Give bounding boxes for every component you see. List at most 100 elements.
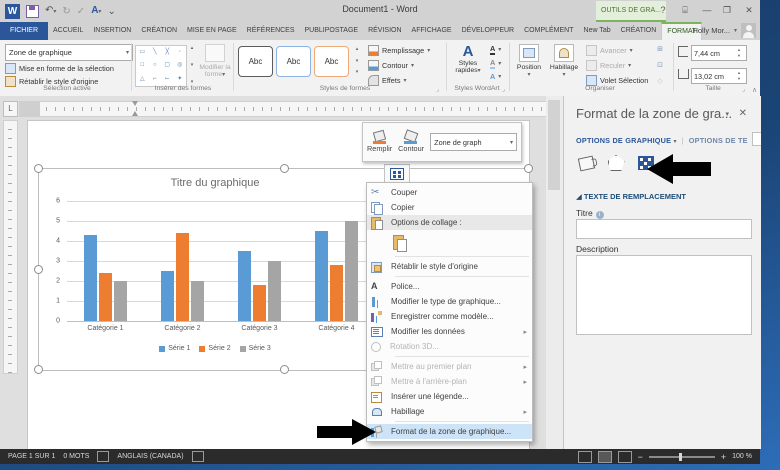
web-layout-icon[interactable]	[617, 450, 632, 463]
modify-shape-button[interactable]: Modifier la forme▾	[199, 44, 231, 78]
shape-fill-button[interactable]: Remplissage ▾	[368, 45, 430, 56]
collapse-ribbon-button[interactable]: ∧	[752, 86, 757, 94]
bar-group[interactable]	[144, 201, 221, 321]
ribbon-display-options-button[interactable]: ⌸	[676, 0, 694, 21]
chart-handle-top-left[interactable]	[34, 164, 43, 173]
word-logo-icon[interactable]: W	[5, 4, 20, 19]
menu-item-format-chart-area[interactable]: Format de la zone de graphique...	[367, 424, 532, 439]
bar-série-3[interactable]	[114, 281, 127, 321]
outline-button[interactable]: Contour	[398, 129, 424, 153]
tab-creation[interactable]: CRÉATION	[136, 22, 182, 40]
chart-plot[interactable]	[67, 201, 375, 321]
bar-série-1[interactable]	[161, 271, 174, 321]
minimize-button[interactable]: —	[698, 0, 716, 21]
menu-item-wrap-text[interactable]: Habillage ▸	[367, 404, 532, 419]
chart-handle-bottom-left[interactable]	[34, 365, 43, 374]
menu-item-cut[interactable]: ✂ Couper	[367, 185, 532, 200]
tab-accueil[interactable]: ACCUEIL	[48, 22, 88, 40]
chart-handle-mid-left[interactable]	[34, 265, 43, 274]
close-button[interactable]: ✕	[740, 0, 758, 21]
tab-new-tab[interactable]: New Tab	[579, 22, 616, 40]
tab-stop-selector[interactable]: L	[3, 101, 18, 117]
shape-style-sample-1[interactable]: Abc	[238, 46, 273, 77]
alt-text-section-header[interactable]: ◢ TEXTE DE REMPLACEMENT	[576, 192, 686, 201]
scrollbar-thumb[interactable]	[548, 100, 560, 190]
zoom-level[interactable]: 100 %	[732, 453, 752, 460]
macro-recording-icon[interactable]	[191, 451, 204, 462]
menu-item-bring-to-front[interactable]: Mettre au premier plan ▸	[367, 359, 532, 374]
bar-série-2[interactable]	[99, 273, 112, 321]
bar-série-3[interactable]	[345, 221, 358, 321]
menu-item-save-as-template[interactable]: Enregistrer comme modèle...	[367, 309, 532, 324]
wrap-text-button[interactable]: Habillage ▾	[547, 44, 581, 78]
tab-developpeur[interactable]: DÉVELOPPEUR	[457, 22, 520, 40]
shape-width-input[interactable]: 13,02 cm ▴ ▾	[691, 68, 747, 84]
tab-text-options[interactable]: OPTIONS DE TE	[689, 136, 748, 145]
bar-group[interactable]	[67, 201, 144, 321]
text-fill-button[interactable]: A ▾	[490, 44, 501, 55]
tab-affichage[interactable]: AFFICHAGE	[407, 22, 457, 40]
alt-description-textarea[interactable]	[576, 255, 752, 335]
tab-mise-en-page[interactable]: MISE EN PAGE	[182, 22, 242, 40]
print-layout-icon[interactable]	[597, 450, 612, 463]
bar-série-1[interactable]	[315, 231, 328, 321]
bar-série-1[interactable]	[238, 251, 251, 321]
chart-title[interactable]: Titre du graphique	[45, 177, 385, 189]
menu-item-copy[interactable]: Copier	[367, 200, 532, 215]
menu-item-font[interactable]: A Police...	[367, 279, 532, 294]
help-button[interactable]: ?	[654, 0, 672, 21]
fill-button[interactable]: Remplir	[367, 129, 392, 153]
chart-handle-top-right[interactable]	[524, 164, 533, 173]
shape-style-sample-2[interactable]: Abc	[276, 46, 311, 77]
position-button[interactable]: Position ▾	[514, 44, 544, 78]
size-dialog-launcher[interactable]: ⌟	[742, 86, 745, 93]
fill-line-options-button[interactable]	[574, 152, 598, 174]
menu-item-insert-caption[interactable]: Insérer une légende...	[367, 389, 532, 404]
vertical-ruler[interactable]	[3, 120, 18, 374]
tab-publipostage[interactable]: PUBLIPOSTAGE	[300, 22, 364, 40]
bar-série-3[interactable]	[268, 261, 281, 321]
menu-item-change-chart-type[interactable]: Modifier le type de graphique...	[367, 294, 532, 309]
word-count[interactable]: 0 MOTS	[63, 453, 89, 460]
shape-style-sample-3[interactable]: Abc	[314, 46, 349, 77]
shape-height-input[interactable]: 7,44 cm ▴ ▾	[691, 45, 747, 61]
account-area[interactable]: Holly Mor... ▾	[692, 23, 756, 38]
effects-options-button[interactable]	[604, 152, 628, 174]
chart-handle-top-mid[interactable]	[280, 164, 289, 173]
tab-fichier[interactable]: FICHIER	[0, 22, 48, 40]
save-icon[interactable]	[26, 5, 39, 18]
vertical-scrollbar[interactable]	[546, 96, 563, 449]
send-backward-button[interactable]: Reculer ▾	[586, 60, 631, 71]
menu-item-send-to-back[interactable]: Mettre à l'arrière-plan ▸	[367, 374, 532, 389]
wordart-dialog-launcher[interactable]: ⌟	[502, 86, 505, 93]
tab-insertion[interactable]: INSERTION	[88, 22, 136, 40]
bar-group[interactable]	[298, 201, 375, 321]
tab-revision[interactable]: RÉVISION	[363, 22, 406, 40]
tab-chart-options[interactable]: OPTIONS DE GRAPHIQUE ▾	[576, 136, 677, 145]
bar-série-2[interactable]	[176, 233, 189, 321]
pane-close-icon[interactable]: ✕	[739, 108, 747, 119]
horizontal-ruler[interactable]	[19, 101, 546, 117]
menu-item-edit-data[interactable]: Modifier les données ▸	[367, 324, 532, 339]
shape-outline-button[interactable]: Contour ▾	[368, 60, 414, 71]
bar-série-1[interactable]	[84, 235, 97, 321]
bar-série-2[interactable]	[253, 285, 266, 321]
menu-item-paste-options[interactable]: Options de collage :	[367, 215, 532, 230]
bar-série-3[interactable]	[191, 281, 204, 321]
zoom-out-button[interactable]: −	[638, 452, 643, 462]
tab-complement[interactable]: COMPLÉMENT	[519, 22, 578, 40]
pane-options-caret-icon[interactable]: ▾	[725, 110, 729, 118]
proofing-icon[interactable]	[97, 451, 110, 462]
alt-title-input[interactable]	[576, 219, 752, 239]
shape-styles-dialog-launcher[interactable]: ⌟	[436, 86, 439, 93]
menu-item-reset-style[interactable]: Rétablir le style d'origine	[367, 259, 532, 274]
customize-qat-icon[interactable]: ⌄	[107, 4, 115, 19]
zoom-slider-thumb[interactable]	[678, 452, 682, 461]
tab-references[interactable]: RÉFÉRENCES	[242, 22, 300, 40]
align-tools-column[interactable]: ⊞ ⊡ ◇	[655, 45, 665, 85]
style-tool-icon[interactable]: A▾	[91, 3, 101, 20]
format-selection-button[interactable]: Mise en forme de la sélection	[5, 63, 114, 74]
undo-icon[interactable]: ↶▾	[45, 3, 56, 20]
restore-button[interactable]: ❐	[718, 0, 736, 21]
paste-option-keep-formatting[interactable]	[367, 230, 532, 254]
